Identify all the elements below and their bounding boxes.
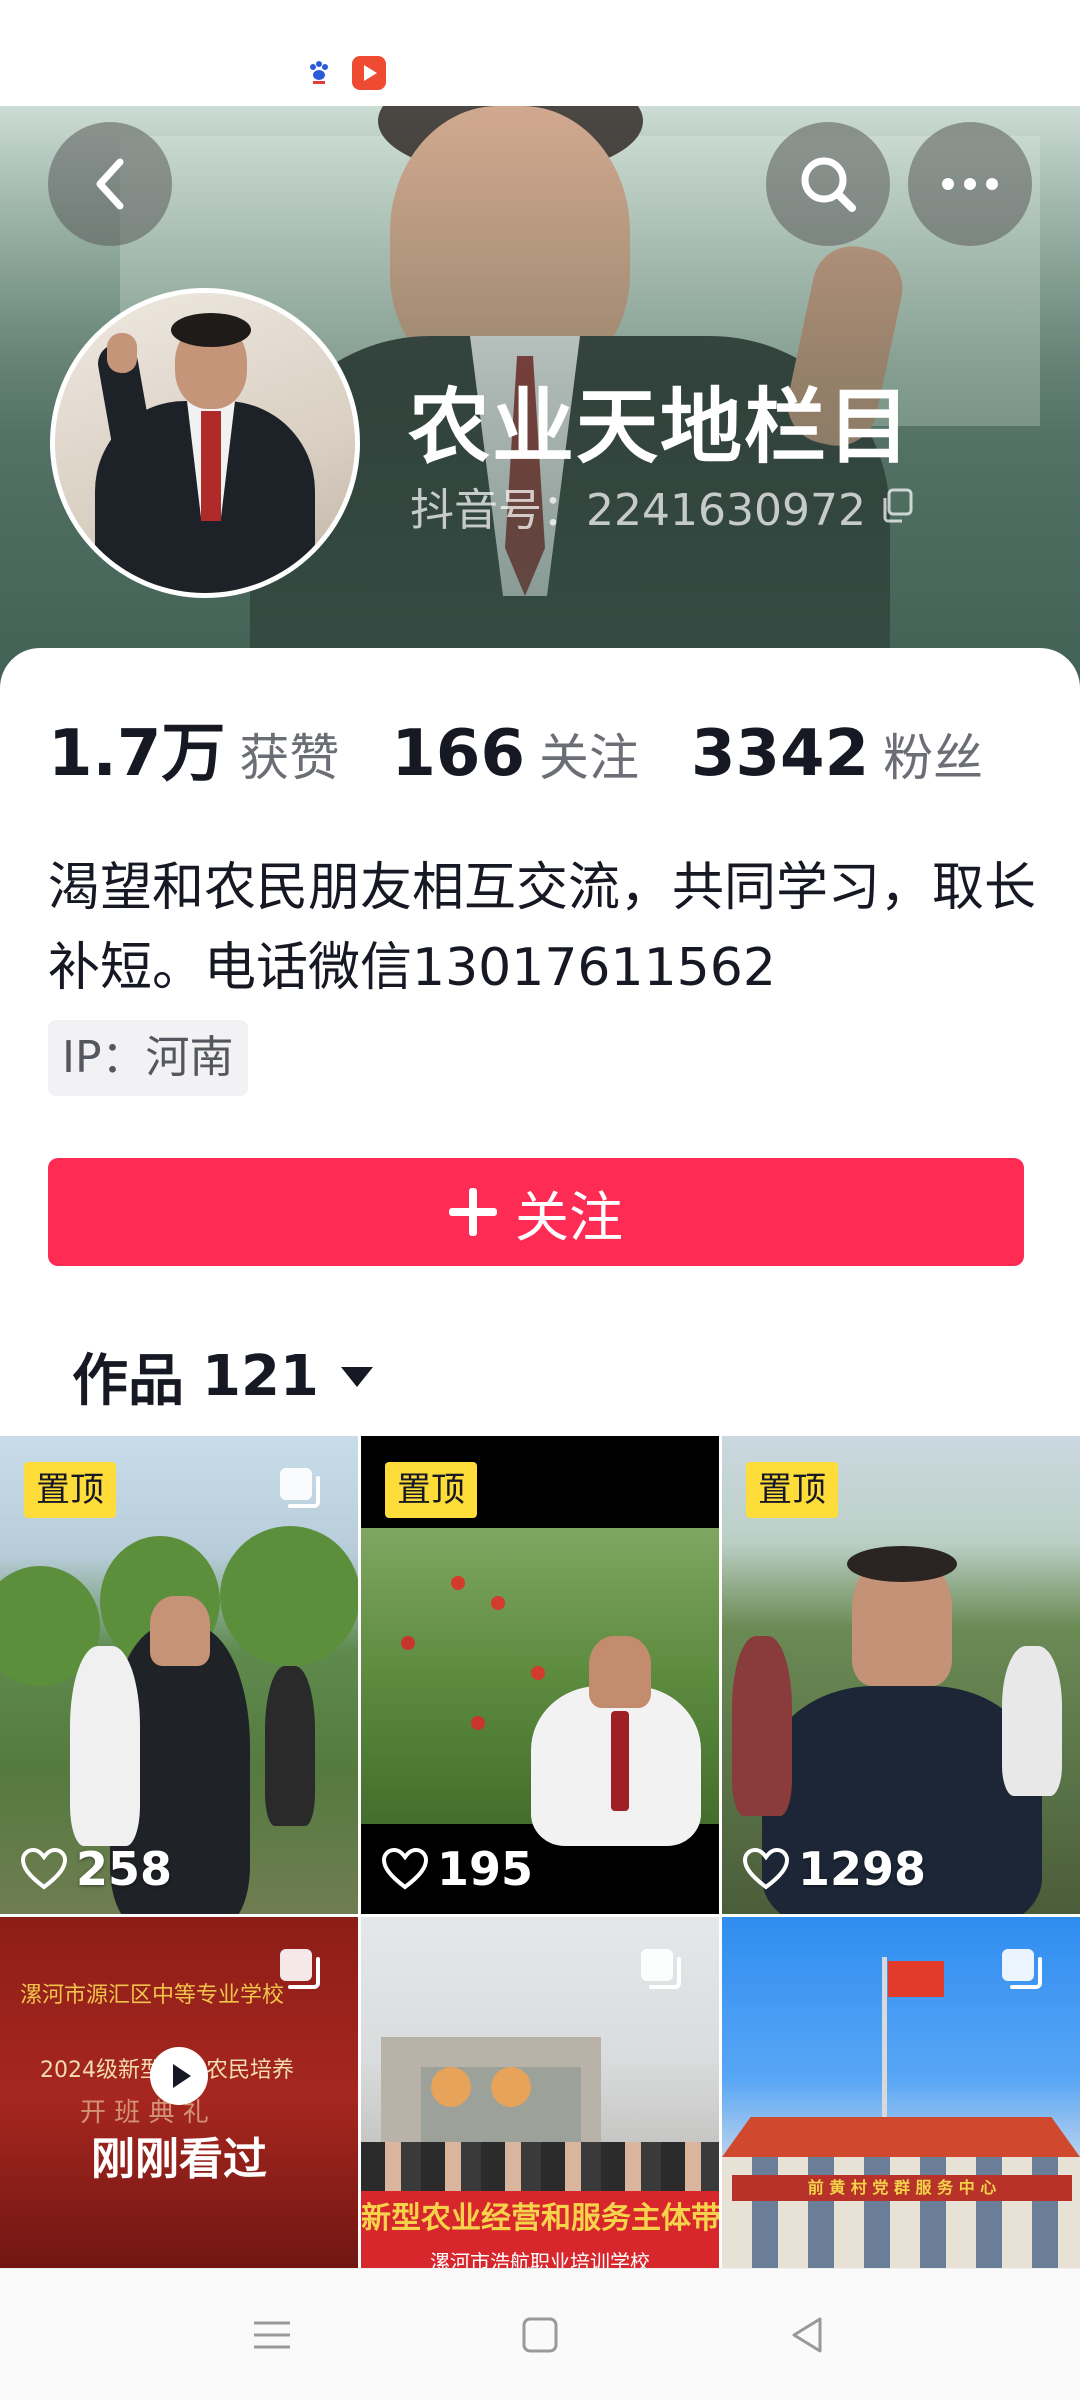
search-icon xyxy=(801,157,856,212)
video-app-icon xyxy=(352,56,386,90)
system-navigation-bar xyxy=(0,2268,1080,2400)
play-icon xyxy=(150,2047,208,2105)
profile-id-text: 抖音号：2241630972 xyxy=(410,485,866,536)
video-thumbnail[interactable]: 置顶 1298 xyxy=(722,1436,1080,1914)
following-count[interactable]: 166 xyxy=(391,717,525,791)
video-thumbnail[interactable]: 前 黄 村 党 群 服 务 中 心 xyxy=(722,1917,1080,2277)
plus-icon xyxy=(449,1188,497,1236)
works-label: 作品 xyxy=(72,1349,184,1414)
video-thumbnail[interactable]: 新型农业经营和服务主体带头 漯河市浩航职业培训学校 xyxy=(361,1917,719,2277)
tab-works[interactable]: 作品 121 xyxy=(72,1336,373,1417)
likes-label: 获赞 xyxy=(239,729,340,787)
ip-location-tag: IP：河南 xyxy=(48,1020,248,1096)
likes-count: 195 xyxy=(437,1842,534,1896)
likes-count: 1298 xyxy=(798,1842,927,1896)
video-likes: 1298 xyxy=(742,1842,926,1896)
video-likes: 258 xyxy=(20,1842,172,1896)
baidu-icon xyxy=(302,56,336,90)
more-dots-icon xyxy=(942,178,998,190)
pinned-badge: 置顶 xyxy=(24,1462,116,1518)
more-button[interactable] xyxy=(908,122,1032,246)
status-bar xyxy=(0,0,1080,106)
thumbnail-banner: 新型农业经营和服务主体带头 xyxy=(361,2191,719,2247)
recently-watched-overlay: 刚刚看过 xyxy=(0,2047,358,2187)
video-likes: 195 xyxy=(381,1842,533,1896)
recently-watched-label: 刚刚看过 xyxy=(91,2134,267,2185)
video-thumbnail[interactable]: 漯河市源汇区中等专业学校 2024级新型职业农民培养 开 班 典 礼 刚刚看过 xyxy=(0,1917,358,2277)
follow-label: 关注 xyxy=(515,1185,623,1249)
menu-icon[interactable] xyxy=(244,2307,300,2363)
back-button[interactable] xyxy=(48,122,172,246)
multi-image-icon xyxy=(641,1949,681,1989)
profile-bio: 渴望和农民朋友相互交流，共同学习，取长补短。电话微信13017611562 xyxy=(48,858,1037,998)
heart-icon xyxy=(20,1847,68,1890)
followers-count[interactable]: 3342 xyxy=(691,717,869,791)
search-button[interactable] xyxy=(766,122,890,246)
video-grid: 置顶 258 置顶 195 置顶 1298 漯河市源汇区中等专业学校 开 班 典… xyxy=(0,1436,1080,2277)
followers-label[interactable]: 粉丝 xyxy=(883,718,983,790)
back-triangle-icon[interactable] xyxy=(780,2307,836,2363)
follow-button[interactable]: 关注 xyxy=(48,1158,1024,1266)
chevron-left-icon xyxy=(96,158,124,210)
heart-icon xyxy=(381,1847,429,1890)
profile-name: 农业天地栏目 xyxy=(408,380,913,475)
video-thumbnail[interactable]: 置顶 258 xyxy=(0,1436,358,1914)
likes-count: 258 xyxy=(76,1842,173,1896)
works-count: 121 xyxy=(202,1344,319,1409)
thumbnail-sign: 前 黄 村 党 群 服 务 中 心 xyxy=(732,2175,1072,2201)
video-thumbnail[interactable]: 置顶 195 xyxy=(361,1436,719,1914)
pinned-badge: 置顶 xyxy=(385,1462,477,1518)
likes-count: 1.7万 xyxy=(48,717,226,791)
pinned-badge: 置顶 xyxy=(746,1462,838,1518)
multi-image-icon xyxy=(280,1468,320,1508)
multi-image-icon xyxy=(1002,1949,1042,1989)
multi-image-icon xyxy=(280,1949,320,1989)
profile-stats: 1.7万 获赞 166 关注 3342 粉丝 xyxy=(48,702,983,794)
heart-icon xyxy=(742,1847,790,1890)
home-square-icon[interactable] xyxy=(512,2307,568,2363)
copy-icon[interactable] xyxy=(880,488,914,524)
avatar[interactable] xyxy=(50,288,360,598)
profile-id[interactable]: 抖音号：2241630972 xyxy=(410,474,914,538)
caret-down-icon[interactable] xyxy=(340,1366,373,1387)
following-label[interactable]: 关注 xyxy=(539,718,639,790)
